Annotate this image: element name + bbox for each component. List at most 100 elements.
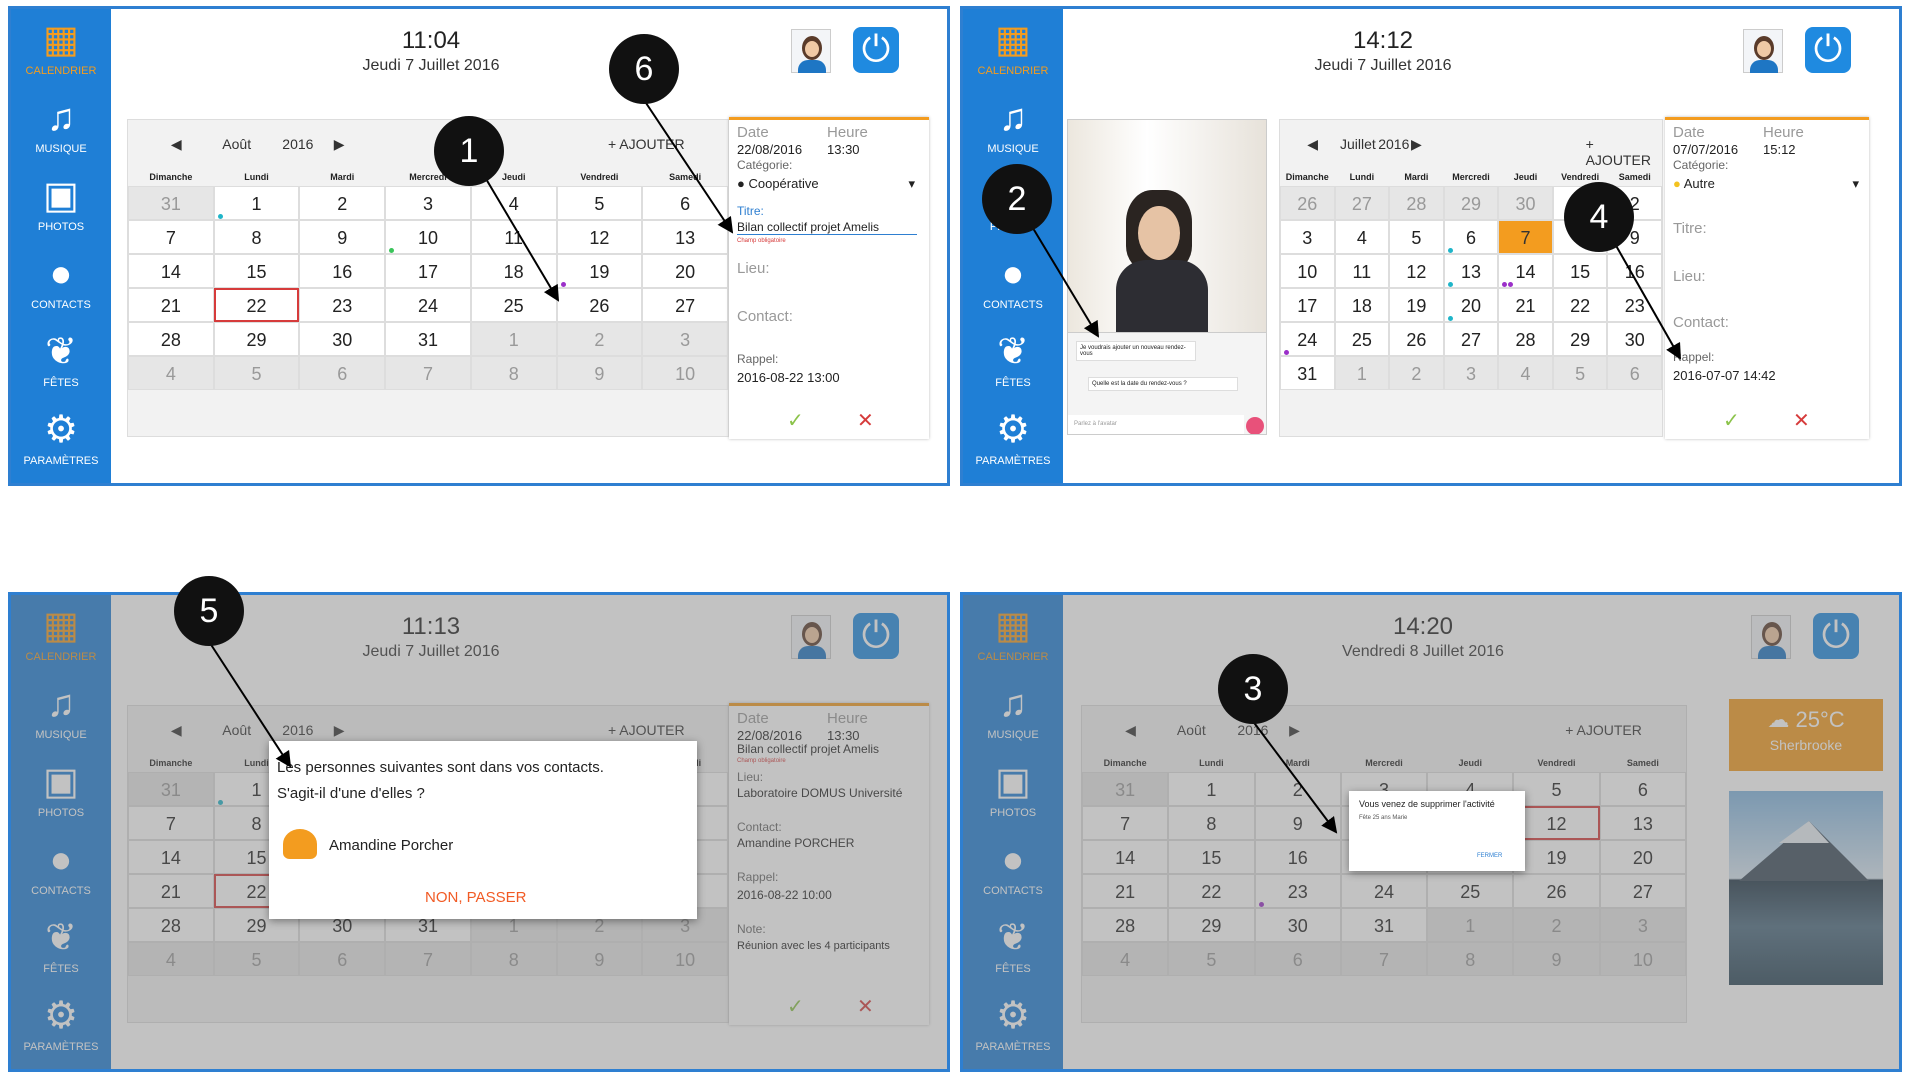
calendar-day[interactable]: 27 [642, 288, 728, 322]
calendar-day[interactable]: 9 [556, 356, 643, 390]
next-month-icon[interactable]: ▶ [334, 136, 345, 153]
time-field[interactable]: 13:30 [827, 142, 860, 157]
calendar-day[interactable]: 31 [1280, 356, 1335, 390]
skip-button[interactable]: NON, PASSER [425, 889, 526, 906]
calendar-day[interactable]: 2 [1389, 356, 1444, 390]
calendar-day[interactable]: 8 [470, 356, 557, 390]
calendar-day[interactable]: 10 [642, 356, 728, 390]
calendar-day[interactable]: 17 [385, 254, 471, 288]
calendar-day[interactable]: 30 [1498, 186, 1553, 220]
next-month-icon[interactable]: ▶ [1411, 136, 1422, 153]
calendar-day[interactable]: 10 [385, 220, 471, 254]
calendar-day[interactable]: 18 [1334, 288, 1390, 322]
calendar-day[interactable]: 30 [299, 322, 386, 356]
calendar-day[interactable]: 7 [1498, 220, 1553, 254]
contact-suggestion-item[interactable]: Amandine Porcher [329, 837, 453, 854]
calendar-day[interactable]: 6 [642, 186, 728, 220]
prev-month-icon[interactable]: ◀ [1307, 136, 1318, 153]
prev-month-icon[interactable]: ◀ [171, 136, 182, 153]
sidebar-item-contacts[interactable]: ● CONTACTS [963, 245, 1063, 323]
calendar-day[interactable]: 5 [1552, 356, 1608, 390]
calendar-day[interactable]: 9 [299, 220, 386, 254]
sidebar-item-contacts[interactable]: ● CONTACTS [11, 245, 111, 323]
calendar-day[interactable]: 8 [213, 220, 300, 254]
calendar-day[interactable]: 21 [1498, 288, 1553, 322]
calendar-day[interactable]: 26 [1389, 322, 1444, 356]
calendar-day[interactable]: 5 [1389, 220, 1444, 254]
calendar-day[interactable]: 1 [213, 186, 300, 220]
title-input[interactable]: Titre: [1673, 220, 1707, 237]
calendar-day[interactable]: 15 [213, 254, 300, 288]
date-field[interactable]: 22/08/2016 [737, 142, 802, 157]
sidebar-item-music[interactable]: ♫ MUSIQUE [963, 89, 1063, 167]
power-icon[interactable]: ⏻ [853, 27, 899, 73]
calendar-day[interactable]: 25 [470, 288, 557, 322]
calendar-day[interactable]: 19 [556, 254, 643, 288]
calendar-day[interactable]: 27 [1334, 186, 1390, 220]
title-input[interactable]: Bilan collectif projet Amelis [737, 220, 917, 235]
calendar-day[interactable]: 28 [1389, 186, 1444, 220]
calendar-day[interactable]: 26 [556, 288, 643, 322]
calendar-day[interactable]: 3 [385, 186, 471, 220]
sidebar-item-music[interactable]: ♫ MUSIQUE [11, 89, 111, 167]
calendar-day[interactable]: 17 [1280, 288, 1335, 322]
close-button[interactable]: FERMER [1477, 853, 1502, 859]
sidebar-item-fetes[interactable]: ❦ FÊTES [11, 323, 111, 401]
calendar-day[interactable]: 22 [213, 288, 300, 322]
sidebar-item-fetes[interactable]: ❦ FÊTES [963, 323, 1063, 401]
calendar-day[interactable]: 23 [1607, 288, 1662, 322]
power-icon[interactable]: ⏻ [1805, 27, 1851, 73]
category-select[interactable]: ● Autre ▾ [1673, 176, 1859, 191]
calendar-day[interactable]: 20 [642, 254, 728, 288]
calendar-day[interactable]: 25 [1334, 322, 1390, 356]
add-event-button[interactable]: + AJOUTER [1586, 136, 1662, 168]
calendar-day[interactable]: 6 [299, 356, 386, 390]
calendar-day[interactable]: 2 [556, 322, 643, 356]
confirm-icon[interactable]: ✓ [1723, 408, 1740, 433]
calendar-day[interactable]: 31 [385, 322, 471, 356]
calendar-day[interactable]: 31 [128, 186, 214, 220]
calendar-day[interactable]: 21 [128, 288, 214, 322]
calendar-day[interactable]: 16 [1607, 254, 1662, 288]
calendar-day[interactable]: 23 [299, 288, 386, 322]
reminder-field[interactable]: 2016-07-07 14:42 [1673, 368, 1776, 383]
calendar-day[interactable]: 3 [642, 322, 728, 356]
calendar-day[interactable]: 29 [1552, 322, 1608, 356]
calendar-day[interactable]: 4 [1498, 356, 1553, 390]
calendar-day[interactable]: 16 [299, 254, 386, 288]
place-input[interactable]: Lieu: [737, 260, 770, 277]
calendar-day[interactable]: 11 [470, 220, 557, 254]
sidebar-item-cal[interactable]: ▦ CALENDRIER [963, 11, 1063, 89]
chat-input[interactable]: Parlez à l'avatar [1068, 415, 1244, 434]
calendar-day[interactable]: 28 [1498, 322, 1553, 356]
category-select[interactable]: ● Coopérative ▾ [737, 176, 915, 191]
calendar-day[interactable]: 10 [1280, 254, 1335, 288]
cancel-icon[interactable]: ✕ [1793, 408, 1810, 433]
reminder-field[interactable]: 2016-08-22 13:00 [737, 370, 840, 385]
calendar-day[interactable]: 12 [1389, 254, 1444, 288]
calendar-day[interactable]: 4 [470, 186, 557, 220]
calendar-day[interactable]: 15 [1552, 254, 1608, 288]
calendar-day[interactable]: 2 [299, 186, 386, 220]
calendar-day[interactable]: 18 [470, 254, 557, 288]
calendar-day[interactable]: 1 [470, 322, 557, 356]
sidebar-item-params[interactable]: ⚙ PARAMÈTRES [963, 401, 1063, 479]
calendar-day[interactable]: 5 [556, 186, 643, 220]
cancel-icon[interactable]: ✕ [857, 408, 874, 433]
user-avatar[interactable] [791, 29, 831, 73]
confirm-icon[interactable]: ✓ [787, 408, 804, 433]
calendar-day[interactable]: 4 [128, 356, 214, 390]
sidebar-item-params[interactable]: ⚙ PARAMÈTRES [11, 401, 111, 479]
time-field[interactable]: 15:12 [1763, 142, 1796, 157]
calendar-day[interactable]: 19 [1389, 288, 1444, 322]
calendar-day[interactable]: 1 [1334, 356, 1390, 390]
calendar-day[interactable]: 5 [213, 356, 300, 390]
place-input[interactable]: Lieu: [1673, 268, 1706, 285]
calendar-day[interactable]: 22 [1552, 288, 1608, 322]
calendar-day[interactable]: 29 [213, 322, 300, 356]
add-event-button[interactable]: + AJOUTER [608, 136, 685, 152]
sidebar-item-photos[interactable]: ▣ PHOTOS [11, 167, 111, 245]
calendar-day[interactable]: 27 [1443, 322, 1499, 356]
calendar-day[interactable]: 4 [1334, 220, 1390, 254]
user-avatar[interactable] [1743, 29, 1783, 73]
